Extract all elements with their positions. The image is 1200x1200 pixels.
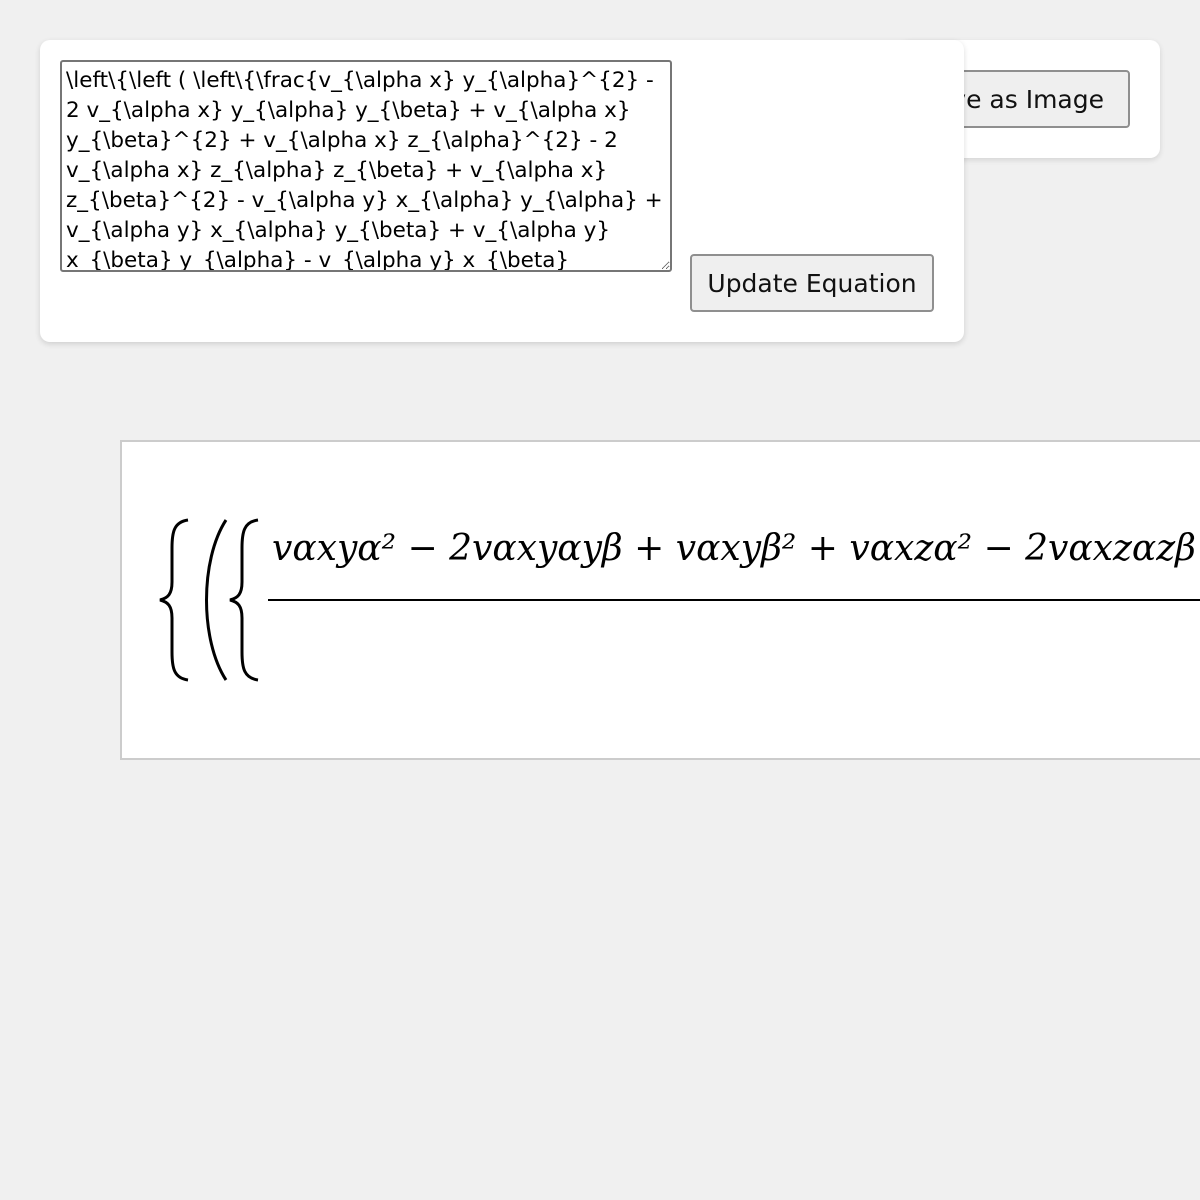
equation-editor-app: Save as Image \left\{\left ( \left\{\fra… <box>0 0 1200 1200</box>
fraction-bar <box>268 599 1200 601</box>
left-brace-outer <box>159 518 189 682</box>
numerator-expression: vαxyα² − 2vαxyαyβ + vαxyβ² + vαxzα² − 2v… <box>272 528 1200 569</box>
left-paren <box>205 519 228 681</box>
left-brace-inner <box>229 518 259 682</box>
